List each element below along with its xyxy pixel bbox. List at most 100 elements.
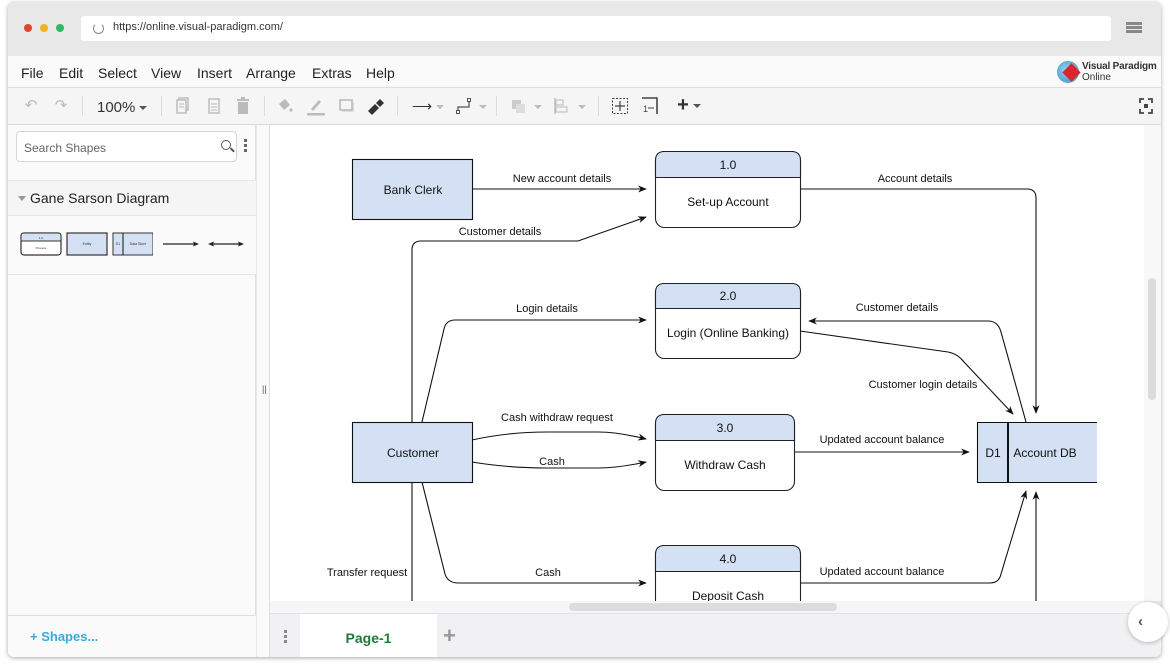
horizontal-scrollbar-thumb[interactable] [569, 603, 837, 611]
flow-label: Customer details [459, 226, 542, 238]
menu-edit[interactable]: Edit [59, 65, 83, 81]
fullscreen-icon[interactable] [1138, 96, 1154, 116]
page-tab-page-1[interactable]: Page-1 [300, 614, 437, 657]
sidebar-options-icon[interactable] [244, 139, 247, 154]
line-color-icon[interactable] [306, 96, 326, 116]
format-painter-icon[interactable] [366, 96, 386, 116]
process-4[interactable]: 4.0 Deposit Cash [654, 544, 802, 602]
horizontal-scrollbar[interactable] [270, 601, 1144, 613]
plus-icon: + [30, 629, 42, 644]
delete-icon[interactable] [235, 96, 251, 116]
shape-data-flow[interactable] [162, 238, 200, 250]
flow-label: Login details [516, 303, 578, 315]
shadow-icon[interactable] [338, 96, 356, 116]
flow-label: Updated account balance [820, 434, 945, 446]
vertical-scrollbar-thumb[interactable] [1148, 278, 1156, 400]
search-icon[interactable] [221, 140, 231, 150]
flow-cash-deposit[interactable] [421, 481, 647, 587]
menu-view[interactable]: View [151, 65, 181, 81]
insert-dropdown[interactable]: + [671, 95, 707, 116]
zoom-level-dropdown[interactable]: 100% [97, 99, 148, 116]
shape-process-label: Process [36, 246, 47, 250]
shape-entity-label: Entity [83, 242, 92, 246]
paste-icon[interactable] [206, 96, 222, 116]
process-2[interactable]: 2.0 Login (Online Banking) [654, 282, 802, 360]
address-bar[interactable]: https://online.visual-paradigm.com/ [81, 16, 1111, 41]
shape-data-store-id: D1 [116, 242, 121, 246]
menu-insert[interactable]: Insert [197, 65, 232, 81]
search-shapes-input[interactable]: Search Shapes [16, 131, 237, 162]
reload-icon[interactable] [93, 23, 104, 34]
sidebar-resize-handle[interactable]: || [257, 125, 270, 657]
shape-process-header: 1.0 [39, 236, 44, 240]
chevron-left-icon: ‹ [1138, 613, 1143, 630]
section-header-gane-sarson[interactable]: Gane Sarson Diagram [8, 181, 256, 215]
menu-select[interactable]: Select [98, 65, 137, 81]
browser-menu-icon[interactable] [1126, 22, 1142, 34]
close-window-button[interactable] [24, 24, 32, 32]
vertical-scrollbar[interactable] [1144, 125, 1161, 601]
to-front-icon[interactable] [510, 96, 528, 116]
add-page-button[interactable]: + [443, 623, 456, 649]
collapse-panel-button[interactable]: ‹ [1128, 602, 1168, 642]
process-3[interactable]: 3.0 Withdraw Cash [654, 413, 796, 492]
menu-bar: File Edit Select View Insert Arrange Ext… [8, 56, 1161, 88]
chevron-down-icon [692, 103, 701, 108]
align-icon[interactable] [553, 96, 569, 116]
chevron-down-icon[interactable] [534, 105, 542, 109]
page-options-icon[interactable] [284, 630, 287, 645]
flow-cash-withdraw-request[interactable] [471, 431, 647, 441]
shape-entity[interactable]: Entity [66, 232, 108, 256]
datastore-code: D1 [985, 446, 1001, 460]
shape-process[interactable]: 1.0 Process [20, 232, 62, 256]
toolbar-divider [496, 96, 497, 116]
diagram-canvas[interactable]: New account details Customer details Acc… [270, 125, 1144, 601]
shapes-sidebar: Search Shapes Gane Sarson Diagram 1.0 Pr… [8, 125, 256, 657]
chevron-down-icon[interactable] [479, 105, 487, 109]
flow-label: Customer login details [869, 379, 978, 391]
process-1[interactable]: 1.0 Set-up Account [654, 150, 802, 229]
flow-label: Cash [539, 456, 565, 468]
flow-customer-details-to-login[interactable] [808, 317, 1027, 423]
waypoint-style-icon[interactable] [455, 96, 477, 116]
flow-label: Cash withdraw request [501, 412, 613, 424]
flow-login-details[interactable] [421, 316, 647, 423]
flow-customer-login-details[interactable] [799, 330, 1014, 415]
process-number: 1.0 [720, 158, 737, 172]
entity-customer[interactable]: Customer [351, 421, 474, 484]
entity-bank-clerk[interactable]: Bank Clerk [351, 158, 474, 221]
menu-help[interactable]: Help [366, 65, 395, 81]
copy-icon[interactable] [175, 96, 191, 116]
flow-label: Transfer request [327, 567, 407, 579]
more-shapes-button[interactable]: + Shapes... [8, 615, 256, 657]
maximize-window-button[interactable] [56, 24, 64, 32]
flow-customer-details-to-setup[interactable] [411, 216, 647, 601]
select-all-icon[interactable] [611, 96, 629, 116]
fill-color-icon[interactable] [276, 96, 294, 116]
url-text[interactable]: https://online.visual-paradigm.com/ [113, 21, 283, 33]
redo-icon[interactable]: ↷ [52, 96, 70, 116]
menu-file[interactable]: File [21, 65, 44, 81]
visual-paradigm-logo[interactable]: Visual Paradigm Online [1057, 60, 1157, 86]
flow-label: Customer details [856, 302, 939, 314]
section-title: Gane Sarson Diagram [30, 190, 170, 206]
toolbar-divider [161, 96, 162, 116]
process-number: 4.0 [720, 552, 737, 566]
undo-icon[interactable]: ↶ [22, 96, 40, 116]
toolbar-divider [82, 96, 83, 116]
menu-extras[interactable]: Extras [312, 65, 352, 81]
menu-arrange[interactable]: Arrange [246, 65, 296, 81]
shape-bidirectional-flow[interactable] [207, 238, 245, 250]
more-shapes-label: + Shapes... [30, 629, 98, 644]
minimize-window-button[interactable] [40, 24, 48, 32]
chevron-down-icon[interactable] [578, 105, 586, 109]
datastore-label: Account DB [1013, 446, 1076, 460]
fit-page-icon[interactable]: 1 [641, 96, 659, 116]
flow-label: Cash [535, 567, 561, 579]
page-tabs-bar: Page-1 + [270, 613, 1161, 657]
browser-titlebar: https://online.visual-paradigm.com/ [8, 2, 1161, 54]
shape-data-store[interactable]: D1 Data Store [112, 232, 154, 256]
connector-style-dropdown[interactable]: ⟶ [410, 96, 446, 116]
flow-label: New account details [513, 173, 612, 185]
datastore-account-db[interactable]: D1 Account DB [976, 421, 1098, 484]
